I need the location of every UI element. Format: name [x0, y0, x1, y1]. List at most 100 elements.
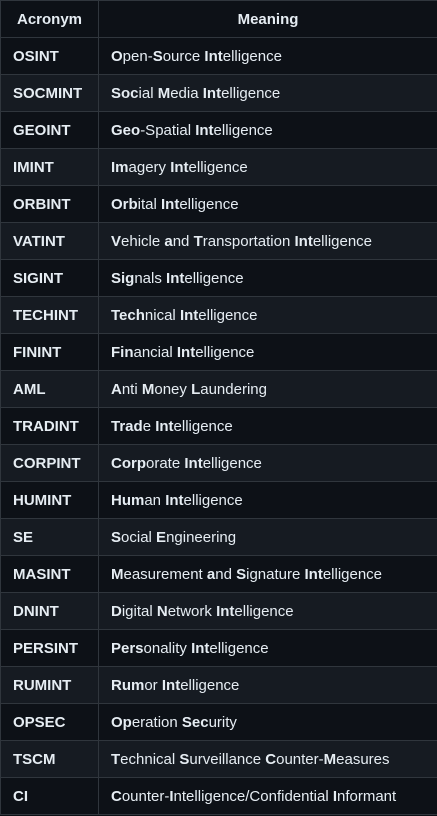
- meaning-text: edia: [170, 84, 203, 102]
- acronym-cell: TRADINT: [0, 407, 99, 445]
- meaning-cell: Social Engineering: [98, 518, 437, 556]
- meaning-text: etwork: [167, 602, 217, 620]
- meaning-highlight: C: [265, 750, 277, 768]
- table-body: OSINT Open-Source Intelligence SOCMINT Soci…: [0, 37, 437, 815]
- meaning-cell: Operation Security: [98, 703, 437, 741]
- column-header-meaning: Meaning: [98, 0, 437, 38]
- table-header-row: Acronym Meaning: [0, 0, 437, 38]
- meaning-text: elligence: [184, 269, 244, 287]
- meaning-text: ounter-: [276, 750, 324, 768]
- meaning-text: ounter-: [121, 787, 170, 805]
- meaning-text: elligence: [202, 454, 262, 472]
- meaning-text: easurement: [123, 565, 207, 583]
- meaning-text: elligence: [180, 676, 240, 694]
- meaning-text: igital: [121, 602, 157, 620]
- meaning-cell: Personality Intelligence: [98, 629, 437, 667]
- meaning-text: nical: [144, 306, 180, 324]
- meaning-text: an: [144, 491, 166, 509]
- meaning-highlight: M: [141, 380, 155, 398]
- meaning-cell: Social Media Intelligence: [98, 74, 437, 112]
- acronym-cell: SE: [0, 518, 99, 556]
- meaning-highlight: S: [236, 565, 247, 583]
- table-row: AML Anti Money Laundering: [0, 370, 437, 408]
- meaning-highlight: Tech: [111, 306, 145, 324]
- meaning-highlight: M: [111, 565, 124, 583]
- meaning-highlight: Geo: [111, 121, 141, 139]
- meaning-highlight: Op: [111, 713, 132, 731]
- acronym-cell: FININT: [0, 333, 99, 371]
- table-row: CORPINT Corporate Intelligence: [0, 444, 437, 482]
- table-row: HUMINT Human Intelligence: [0, 481, 437, 519]
- meaning-highlight: Fin: [111, 343, 134, 361]
- table-row: IMINT Imagery Intelligence: [0, 148, 437, 186]
- meaning-text: nd: [215, 565, 237, 583]
- meaning-text: elligence: [173, 417, 233, 435]
- table-row: TECHINT Technical Intelligence: [0, 296, 437, 334]
- meaning-text: elligence: [209, 639, 269, 657]
- meaning-highlight: T: [111, 750, 121, 768]
- acronym-table: Acronym Meaning OSINT Open-Source Intelli…: [0, 0, 437, 815]
- meaning-highlight: S: [111, 528, 122, 546]
- meaning-highlight: Hum: [111, 491, 145, 509]
- meaning-text: eration: [131, 713, 182, 731]
- meaning-highlight: Int: [161, 676, 181, 694]
- meaning-text: elligence: [221, 84, 281, 102]
- meaning-highlight: Int: [202, 84, 222, 102]
- meaning-text: or: [144, 676, 162, 694]
- meaning-text: nti: [121, 380, 142, 398]
- meaning-cell: Digital Network Intelligence: [98, 592, 437, 630]
- meaning-highlight: A: [111, 380, 122, 398]
- meaning-highlight: Rum: [111, 676, 145, 694]
- table-row: SOCMINT Social Media Intelligence: [0, 74, 437, 112]
- meaning-text: pen-: [122, 47, 153, 65]
- meaning-text: urveillance: [189, 750, 266, 768]
- meaning-text: elligence: [234, 602, 294, 620]
- acronym-cell: CORPINT: [0, 444, 99, 482]
- meaning-text: urity: [208, 713, 237, 731]
- meaning-text: ancial: [133, 343, 177, 361]
- meaning-text: echnical: [120, 750, 180, 768]
- meaning-highlight: Trad: [111, 417, 143, 435]
- table-row: TSCM Technical Surveillance Counter-Measu…: [0, 740, 437, 778]
- acronym-cell: RUMINT: [0, 666, 99, 704]
- table-row: SIGINT Signals Intelligence: [0, 259, 437, 297]
- meaning-text: aundering: [200, 380, 267, 398]
- meaning-text: ital: [137, 195, 162, 213]
- meaning-highlight: Int: [166, 269, 185, 287]
- meaning-text: nals: [134, 269, 167, 287]
- meaning-highlight: Int: [179, 306, 199, 324]
- meaning-highlight: N: [156, 602, 168, 620]
- meaning-cell: Measurement and Signature Intelligence: [98, 555, 437, 593]
- meaning-text: -Spatial: [140, 121, 196, 139]
- meaning-highlight: Int: [170, 158, 189, 176]
- acronym-cell: DNINT: [0, 592, 99, 630]
- meaning-text: nd: [172, 232, 194, 250]
- meaning-cell: Trade Intelligence: [98, 407, 437, 445]
- acronym-cell: AML: [0, 370, 99, 408]
- meaning-highlight: L: [191, 380, 201, 398]
- meaning-highlight: Int: [184, 454, 203, 472]
- meaning-text: elligence: [198, 306, 258, 324]
- meaning-text: elligence: [222, 47, 282, 65]
- table-row: MASINT Measurement and Signature Intellig…: [0, 555, 437, 593]
- meaning-highlight: Sec: [181, 713, 209, 731]
- meaning-cell: Vehicle and Transportation Intelligence: [98, 222, 437, 260]
- meaning-cell: Technical Surveillance Counter-Measures: [98, 740, 437, 778]
- meaning-text: elligence: [312, 232, 373, 250]
- meaning-highlight: Int: [204, 47, 223, 65]
- meaning-highlight: T: [193, 232, 203, 250]
- meaning-cell: Orbital Intelligence: [98, 185, 437, 223]
- meaning-highlight: Orb: [111, 195, 138, 213]
- acronym-cell: VATINT: [0, 222, 99, 260]
- meaning-cell: Rumor Intelligence: [98, 666, 437, 704]
- table-row: OPSEC Operation Security: [0, 703, 437, 741]
- meaning-highlight: Int: [191, 639, 210, 657]
- acronym-cell: ORBINT: [0, 185, 99, 223]
- acronym-cell: OSINT: [0, 37, 99, 75]
- meaning-text: elligence: [195, 343, 255, 361]
- acronym-cell: IMINT: [0, 148, 99, 186]
- meaning-highlight: Sig: [111, 269, 135, 287]
- acronym-cell: GEOINT: [0, 111, 99, 149]
- acronym-cell: OPSEC: [0, 703, 99, 741]
- table-row: TRADINT Trade Intelligence: [0, 407, 437, 445]
